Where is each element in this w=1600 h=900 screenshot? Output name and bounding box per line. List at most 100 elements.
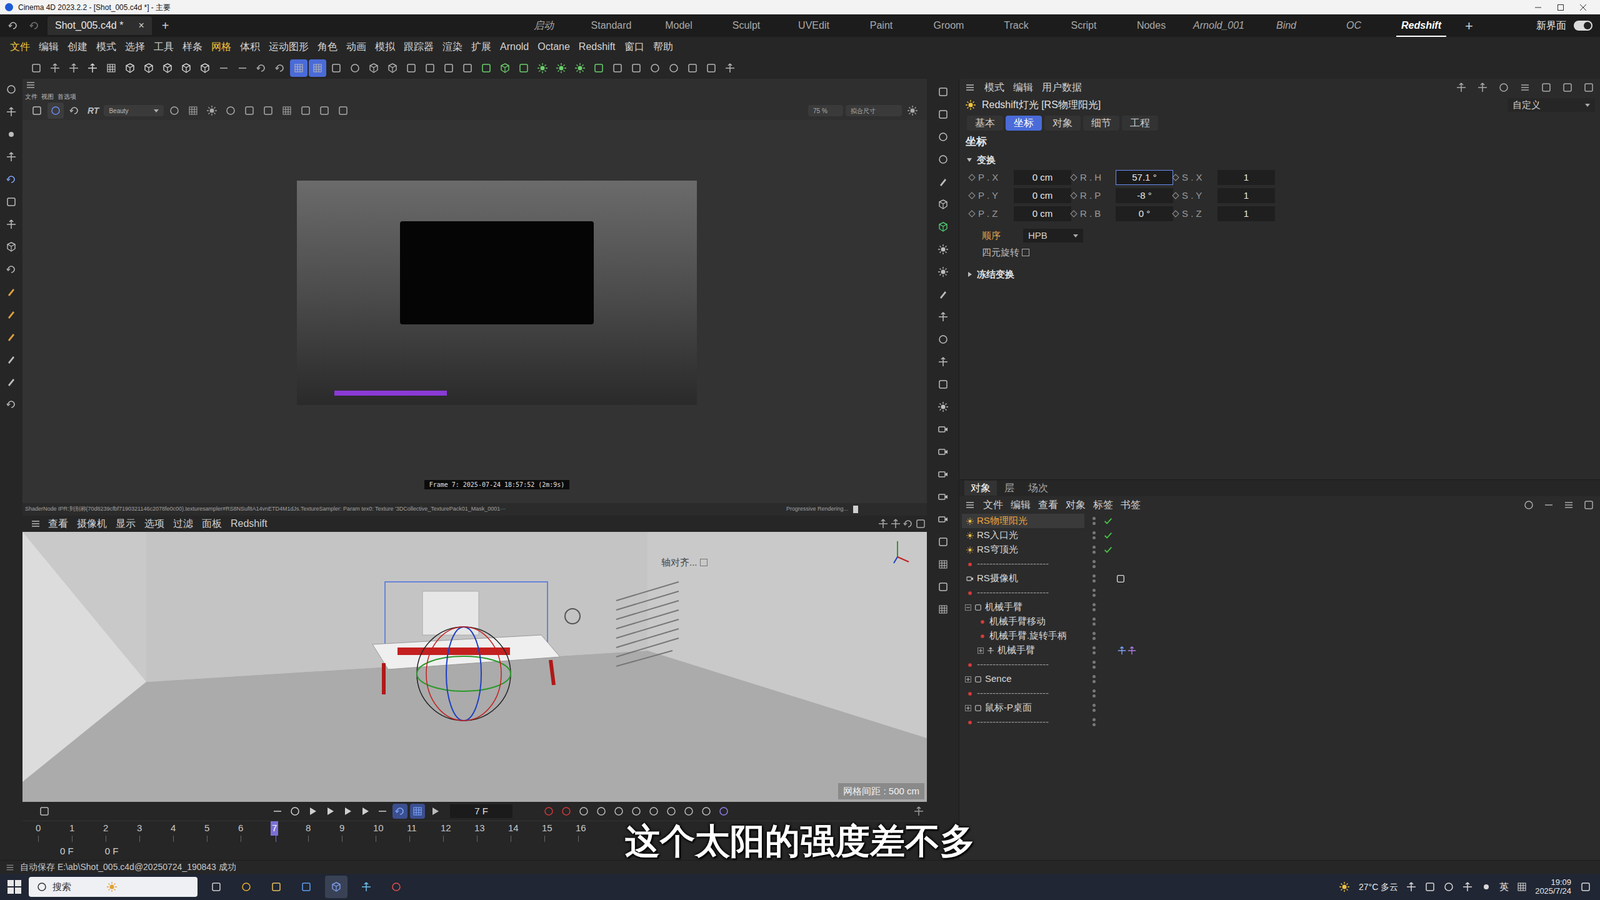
render-start-icon[interactable] (47, 102, 64, 119)
separator-icon[interactable] (966, 660, 975, 669)
preset-dropdown[interactable]: 自定义 (1507, 98, 1595, 112)
tool-button-icon[interactable] (215, 59, 233, 77)
layout-tab[interactable]: OC (1320, 14, 1388, 37)
object-name[interactable]: Sence (985, 671, 1012, 687)
document-tab-label[interactable]: Shot_005.c4d * (55, 18, 124, 34)
record-icon[interactable] (716, 803, 732, 819)
attribute-tab[interactable]: 细节 (1083, 115, 1120, 131)
tool-button-icon[interactable] (27, 59, 45, 77)
taskbar-clock[interactable]: 19:092025/7/24 (1535, 878, 1572, 897)
timeline-tick[interactable]: 3 (135, 821, 170, 845)
timeline-tick[interactable]: 13 (473, 821, 507, 845)
zoom-field[interactable]: 75 % (808, 105, 844, 117)
layout-tab-label[interactable]: Bind (1276, 18, 1297, 34)
pass-value[interactable]: Beauty (108, 106, 129, 116)
timeline-tick[interactable]: 4 (169, 821, 204, 845)
attribute-tab[interactable]: 工程 (1121, 115, 1159, 131)
editor-visibility-dot[interactable] (1092, 516, 1096, 520)
search-icon[interactable] (36, 881, 48, 893)
enabled-check-icon[interactable] (1103, 530, 1114, 541)
tool-button-icon[interactable] (252, 59, 270, 77)
left-tool-icon[interactable] (3, 103, 20, 120)
layout-tab[interactable]: Nodes (1117, 14, 1185, 37)
playback-icon[interactable] (322, 803, 338, 819)
record-icon[interactable] (646, 803, 662, 819)
tool-button-icon[interactable] (515, 59, 533, 77)
viewport-menu-item[interactable]: 面板 (197, 516, 227, 532)
record-icon[interactable] (698, 803, 714, 819)
timeline-tick[interactable]: 11 (405, 821, 440, 845)
tool-button-icon[interactable] (440, 59, 458, 77)
tool-button-icon[interactable] (177, 59, 195, 77)
taskbar-app-icon[interactable] (235, 875, 258, 899)
viewport-nav-icon[interactable] (876, 517, 890, 530)
manager-icon[interactable] (935, 128, 952, 145)
object-name[interactable]: ----------------------- (976, 715, 1049, 730)
taskbar-search[interactable]: 搜索 (28, 876, 198, 897)
layout-tab-label[interactable]: Track (1003, 18, 1029, 34)
timeline-tick-label[interactable]: 8 (304, 821, 312, 836)
render-region-icon[interactable] (28, 102, 45, 119)
menu-item[interactable]: 跟踪器 (399, 39, 439, 55)
timeline-tick-label[interactable]: 15 (540, 821, 554, 836)
add-document-button[interactable]: + (156, 16, 175, 35)
manager-icon[interactable] (935, 173, 952, 190)
freeze-group[interactable]: 冻结变换 (959, 263, 1600, 285)
keyframe-diamond-icon[interactable] (1070, 173, 1077, 181)
attribute-menu-icon[interactable] (964, 81, 976, 94)
enabled-check-icon[interactable] (1103, 588, 1114, 599)
taskbar-app-icon[interactable] (355, 875, 378, 899)
layout-tab-label[interactable]: Groom (933, 18, 965, 34)
manager-icon[interactable] (935, 263, 952, 280)
render-visibility-dot[interactable] (1092, 694, 1096, 698)
playback-icon[interactable] (305, 803, 320, 819)
maximize-icon[interactable] (1556, 3, 1565, 12)
layout-tab-label[interactable]: UVEdit (798, 18, 830, 34)
left-tool-icon[interactable] (3, 306, 20, 323)
object-name-cell[interactable]: RS入口光 (961, 528, 1085, 543)
render-visibility-dot[interactable] (1092, 651, 1096, 655)
left-tool-icon[interactable] (3, 238, 20, 255)
record-icon[interactable] (663, 803, 679, 819)
menu-item[interactable]: 模式 (91, 39, 121, 55)
attribute-tab-label[interactable]: 坐标 (1013, 115, 1034, 131)
render-menu-item[interactable]: 首选项 (57, 91, 77, 102)
render-visibility-dot[interactable] (1092, 723, 1096, 727)
manager-icon[interactable] (935, 241, 952, 258)
editor-visibility-dot[interactable] (1092, 617, 1096, 621)
object-nav-icon[interactable] (1542, 498, 1555, 512)
playback-icon[interactable] (270, 803, 285, 819)
manager-icon[interactable] (935, 601, 952, 618)
visibility-dots[interactable] (1084, 675, 1104, 684)
field-input[interactable]: 1 (1217, 206, 1275, 222)
tool-button-icon[interactable] (102, 59, 120, 77)
render-tool-icon[interactable] (297, 102, 314, 119)
manager-icon[interactable] (935, 488, 952, 505)
menu-item[interactable]: 扩展 (466, 39, 496, 55)
status-menu-icon[interactable] (5, 862, 15, 873)
taskbar-app-icon[interactable] (205, 875, 228, 899)
menu-item[interactable]: 样条 (178, 39, 207, 55)
layout-tab[interactable]: Standard (577, 14, 645, 37)
tool-button-icon[interactable] (196, 59, 214, 77)
enabled-check-icon[interactable] (1103, 545, 1114, 555)
sound-icon[interactable] (427, 803, 443, 819)
field-input[interactable]: -8 ° (1115, 188, 1174, 204)
enabled-check-icon[interactable] (1103, 602, 1114, 613)
keyframe-diamond-icon[interactable] (1171, 191, 1179, 199)
tool-button-icon[interactable] (608, 59, 627, 77)
attribute-tab[interactable]: 基本 (966, 115, 1004, 131)
tray-icon[interactable] (1424, 881, 1436, 893)
manager-icon[interactable] (935, 466, 952, 483)
field-value[interactable]: 1 (1243, 188, 1249, 204)
menu-item[interactable]: 运动图形 (264, 39, 314, 55)
tray-icon[interactable] (1443, 881, 1455, 893)
timeline-tick-label[interactable]: 7 (270, 821, 279, 836)
record-icon[interactable] (681, 803, 697, 819)
tool-button-icon[interactable] (140, 59, 158, 77)
field-value[interactable]: 0 cm (1032, 188, 1054, 204)
manager-icon[interactable] (935, 511, 952, 528)
order-value[interactable]: HPB (1028, 228, 1048, 244)
enabled-check-icon[interactable] (1103, 717, 1114, 728)
field-input[interactable]: 0 cm (1013, 170, 1072, 185)
